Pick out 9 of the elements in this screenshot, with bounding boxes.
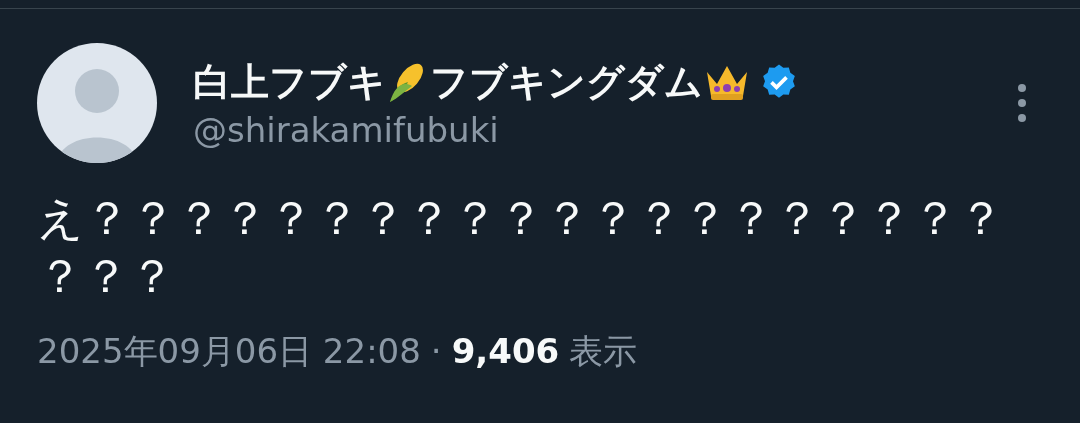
username[interactable]: @shirakamifubuki (193, 109, 499, 150)
view-count: 9,406 (451, 331, 560, 371)
separator-dot: · (430, 331, 442, 371)
views-label: 表示 (569, 330, 638, 373)
timestamp[interactable]: 2025年09月06日 22:08 (37, 329, 421, 375)
more-options-icon[interactable] (1016, 83, 1028, 123)
display-name[interactable]: フブキングダム (430, 56, 703, 108)
display-name[interactable]: 白上フブキ (193, 56, 386, 108)
post-text: え？？？？？？？？？？？？？？？？？？？？？？？ (37, 190, 1005, 305)
